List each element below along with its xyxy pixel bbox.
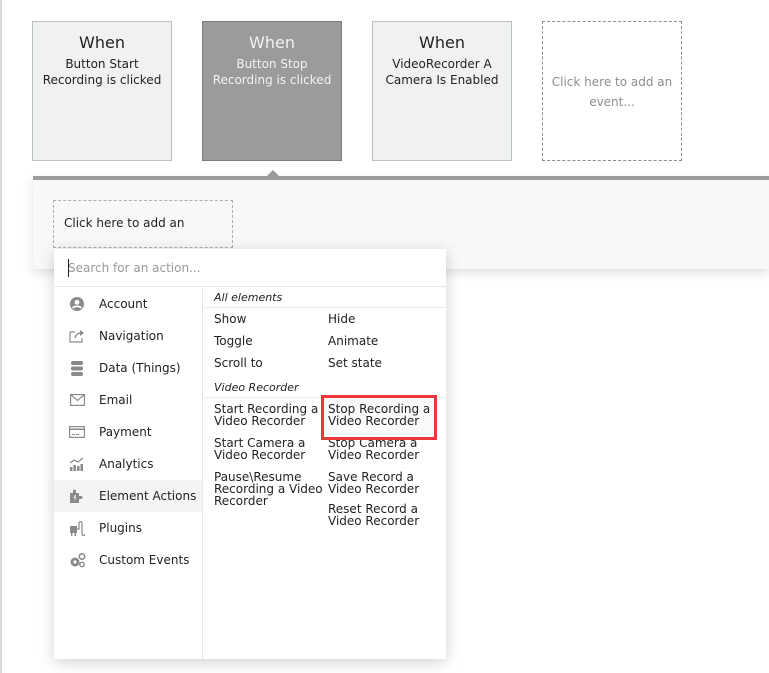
action-picker-dropdown: Account Navigation Data (Things) Email P… <box>54 249 446 659</box>
action-animate[interactable]: Animate <box>328 330 442 352</box>
action-start-recording[interactable]: Start Recording a Video Recorder <box>214 398 328 432</box>
action-show[interactable]: Show <box>214 308 328 330</box>
plug-icon <box>68 520 86 536</box>
category-plugins[interactable]: Plugins <box>54 512 202 544</box>
event-card-camera-enabled[interactable]: When VideoRecorder A Camera Is Enabled <box>372 21 512 161</box>
payment-card-icon <box>68 424 86 440</box>
puzzle-icon <box>68 488 86 504</box>
add-action-button[interactable]: Click here to add an action... <box>53 200 233 274</box>
account-icon <box>68 296 86 312</box>
category-account[interactable]: Account <box>54 288 202 320</box>
category-email[interactable]: Email <box>54 384 202 416</box>
email-icon <box>68 392 86 408</box>
navigation-icon <box>68 328 86 344</box>
action-reset-record[interactable]: Reset Record a Video Recorder <box>328 498 442 546</box>
action-toggle[interactable]: Toggle <box>214 330 328 352</box>
add-event-button[interactable]: Click here to add an event... <box>542 21 682 161</box>
search-action-input[interactable] <box>68 259 428 277</box>
category-label: Email <box>99 393 133 407</box>
action-list: All elements Show Hide Toggle Animate Sc… <box>204 288 446 659</box>
left-divider <box>0 0 2 673</box>
category-label: Payment <box>99 425 152 439</box>
category-label: Custom Events <box>99 553 190 567</box>
action-hide[interactable]: Hide <box>328 308 442 330</box>
category-label: Navigation <box>99 329 164 343</box>
category-label: Data (Things) <box>99 361 181 375</box>
action-scroll-to[interactable]: Scroll to <box>214 352 328 374</box>
event-description: Button Start Recording is clicked <box>42 57 162 87</box>
category-navigation[interactable]: Navigation <box>54 320 202 352</box>
gears-icon <box>68 552 86 568</box>
event-when-label: When <box>249 33 295 52</box>
category-list: Account Navigation Data (Things) Email P… <box>54 288 203 659</box>
category-label: Analytics <box>99 457 154 471</box>
action-pause-resume-recording[interactable]: Pause\Resume Recording a Video Recorder <box>214 466 328 512</box>
category-custom-events[interactable]: Custom Events <box>54 544 202 576</box>
category-element-actions[interactable]: Element Actions <box>54 480 202 512</box>
category-label: Account <box>99 297 148 311</box>
section-all-elements: All elements <box>204 288 446 308</box>
search-row <box>54 249 446 287</box>
event-card-stop-recording[interactable]: When Button Stop Recording is clicked <box>202 21 342 161</box>
event-when-label: When <box>79 33 125 52</box>
category-label: Plugins <box>99 521 142 535</box>
action-stop-recording[interactable]: Stop Recording a Video Recorder <box>321 395 442 440</box>
video-recorder-grid: Start Recording a Video Recorder Stop Re… <box>204 395 446 546</box>
event-when-label: When <box>419 33 465 52</box>
database-icon <box>68 360 86 376</box>
event-description: VideoRecorder A Camera Is Enabled <box>385 57 499 87</box>
action-start-camera[interactable]: Start Camera a Video Recorder <box>214 432 328 466</box>
analytics-icon <box>68 456 86 472</box>
category-payment[interactable]: Payment <box>54 416 202 448</box>
event-card-start-recording[interactable]: When Button Start Recording is clicked <box>32 21 172 161</box>
event-description: Button Stop Recording is clicked <box>212 57 332 87</box>
text-caret <box>68 259 69 277</box>
empty-cell <box>214 512 328 546</box>
category-label: Element Actions <box>99 489 197 503</box>
selected-event-pointer <box>266 170 280 177</box>
action-set-state[interactable]: Set state <box>328 352 442 374</box>
add-event-label: Click here to add an event... <box>551 75 673 109</box>
category-analytics[interactable]: Analytics <box>54 448 202 480</box>
category-data[interactable]: Data (Things) <box>54 352 202 384</box>
all-elements-grid: Show Hide Toggle Animate Scroll to Set s… <box>204 308 446 374</box>
